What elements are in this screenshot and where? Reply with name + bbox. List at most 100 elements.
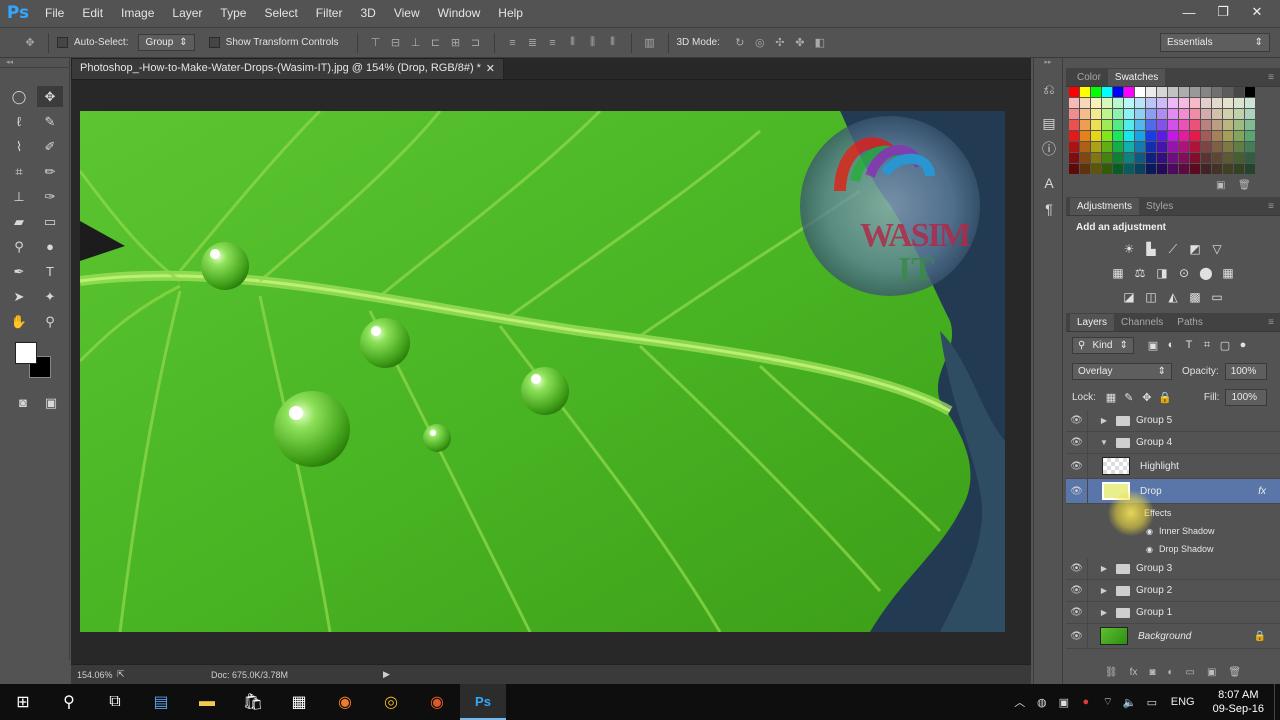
swatch-color[interactable]: [1223, 98, 1233, 108]
swatch-color[interactable]: [1124, 87, 1134, 97]
swatch-color[interactable]: [1212, 87, 1222, 97]
swatch-color[interactable]: [1157, 164, 1167, 174]
distribute-right-icon[interactable]: ⫴: [603, 34, 623, 52]
swatch-color[interactable]: [1069, 164, 1079, 174]
brightness-contrast-icon[interactable]: ☀: [1121, 241, 1137, 257]
layer-group-5[interactable]: 👁 ▶ Group 5: [1066, 410, 1280, 432]
swatch-color[interactable]: [1157, 131, 1167, 141]
posterize-icon[interactable]: ◫: [1143, 289, 1159, 305]
swatch-color[interactable]: [1234, 153, 1244, 163]
swatch-color[interactable]: [1245, 131, 1255, 141]
quick-mask-icon[interactable]: ◙: [10, 392, 36, 413]
curves-icon[interactable]: ⟋: [1165, 241, 1181, 257]
visibility-eye-icon[interactable]: 👁: [1066, 432, 1088, 453]
swatch-color[interactable]: [1102, 131, 1112, 141]
swatch-color[interactable]: [1245, 120, 1255, 130]
zoom-tool-icon[interactable]: ⚲: [37, 311, 63, 332]
swatch-color[interactable]: [1080, 109, 1090, 119]
status-menu-arrow-icon[interactable]: ▶: [383, 669, 390, 680]
swatch-color[interactable]: [1245, 142, 1255, 152]
layer-drop[interactable]: 👁 Drop fx: [1066, 479, 1280, 504]
swatch-color[interactable]: [1212, 164, 1222, 174]
swatch-color[interactable]: [1212, 120, 1222, 130]
swatch-color[interactable]: [1146, 142, 1156, 152]
distribute-top-icon[interactable]: ≡: [503, 34, 523, 52]
fx-icon[interactable]: fx: [1258, 486, 1266, 497]
swatch-color[interactable]: [1223, 164, 1233, 174]
swatch-color[interactable]: [1102, 87, 1112, 97]
hand-tool-icon[interactable]: ✋: [6, 311, 32, 332]
swatch-color[interactable]: [1069, 109, 1079, 119]
swatch-color[interactable]: [1201, 109, 1211, 119]
color-balance-icon[interactable]: ⚖: [1132, 265, 1148, 281]
media-player-icon[interactable]: ▦: [276, 684, 322, 720]
swatch-color[interactable]: [1102, 164, 1112, 174]
swatch-color[interactable]: [1113, 87, 1123, 97]
swatch-color[interactable]: [1157, 142, 1167, 152]
3d-scale-icon[interactable]: ◧: [810, 34, 830, 52]
swatch-color[interactable]: [1212, 98, 1222, 108]
swatch-color[interactable]: [1234, 109, 1244, 119]
strip-collapse-handle[interactable]: ▸▸: [1034, 58, 1062, 68]
swatch-color[interactable]: [1190, 142, 1200, 152]
swatch-color[interactable]: [1135, 164, 1145, 174]
swatch-color[interactable]: [1201, 98, 1211, 108]
swatch-color[interactable]: [1168, 87, 1178, 97]
visibility-eye-icon[interactable]: 👁: [1066, 602, 1088, 623]
swatch-color[interactable]: [1212, 142, 1222, 152]
properties-panel-icon[interactable]: ▤: [1034, 110, 1064, 136]
swatch-color[interactable]: [1091, 164, 1101, 174]
visibility-eye-icon[interactable]: 👁: [1066, 454, 1088, 478]
swatch-color[interactable]: [1234, 131, 1244, 141]
close-tab-icon[interactable]: ✕: [486, 62, 495, 76]
swatch-color[interactable]: [1146, 98, 1156, 108]
menu-type[interactable]: Type: [211, 0, 255, 26]
swatch-color[interactable]: [1245, 153, 1255, 163]
add-mask-icon[interactable]: ◙: [1149, 667, 1155, 684]
menu-window[interactable]: Window: [429, 0, 490, 26]
menu-filter[interactable]: Filter: [307, 0, 352, 26]
swatch-color[interactable]: [1190, 153, 1200, 163]
swatch-color[interactable]: [1135, 87, 1145, 97]
swatch-color[interactable]: [1223, 131, 1233, 141]
swatch-color[interactable]: [1146, 164, 1156, 174]
store-icon[interactable]: 🛍: [230, 684, 276, 720]
search-icon[interactable]: ⚲: [46, 684, 92, 720]
swatch-color[interactable]: [1223, 87, 1233, 97]
canvas-image[interactable]: WASIM IT: [80, 111, 1005, 632]
swatch-color[interactable]: [1124, 142, 1134, 152]
show-desktop-button[interactable]: [1274, 684, 1280, 720]
screen-mode-icon[interactable]: ▣: [38, 392, 64, 413]
swatch-color[interactable]: [1146, 153, 1156, 163]
lock-image-icon[interactable]: ✎: [1120, 391, 1138, 404]
blend-mode-dropdown[interactable]: Overlay ⇕: [1072, 362, 1172, 380]
swatch-color[interactable]: [1135, 153, 1145, 163]
swatch-color[interactable]: [1113, 164, 1123, 174]
swatch-color[interactable]: [1113, 153, 1123, 163]
swatch-color[interactable]: [1168, 164, 1178, 174]
swatch-color[interactable]: [1113, 98, 1123, 108]
threshold-icon[interactable]: ◭: [1165, 289, 1181, 305]
swatch-color[interactable]: [1234, 142, 1244, 152]
menu-view[interactable]: View: [385, 0, 429, 26]
swatch-color[interactable]: [1135, 120, 1145, 130]
swatch-color[interactable]: [1157, 87, 1167, 97]
workspace-dropdown[interactable]: Essentials ⇕: [1160, 33, 1270, 52]
character-panel-icon[interactable]: A: [1034, 170, 1064, 196]
swatch-color[interactable]: [1124, 131, 1134, 141]
swatch-color[interactable]: [1091, 131, 1101, 141]
swatch-color[interactable]: [1124, 120, 1134, 130]
swatch-color[interactable]: [1080, 142, 1090, 152]
swatch-color[interactable]: [1201, 87, 1211, 97]
swatch-color[interactable]: [1113, 142, 1123, 152]
filter-smart-object-icon[interactable]: ▢: [1216, 339, 1234, 352]
menu-edit[interactable]: Edit: [73, 0, 112, 26]
layer-effects-row[interactable]: Effects: [1066, 504, 1280, 522]
shape-tool-icon[interactable]: ✦: [37, 286, 63, 307]
swatch-color[interactable]: [1069, 142, 1079, 152]
swatch-color[interactable]: [1190, 87, 1200, 97]
swatch-color[interactable]: [1212, 153, 1222, 163]
filter-pixel-icon[interactable]: ▣: [1144, 339, 1162, 352]
swatch-color[interactable]: [1091, 153, 1101, 163]
swatch-color[interactable]: [1157, 120, 1167, 130]
